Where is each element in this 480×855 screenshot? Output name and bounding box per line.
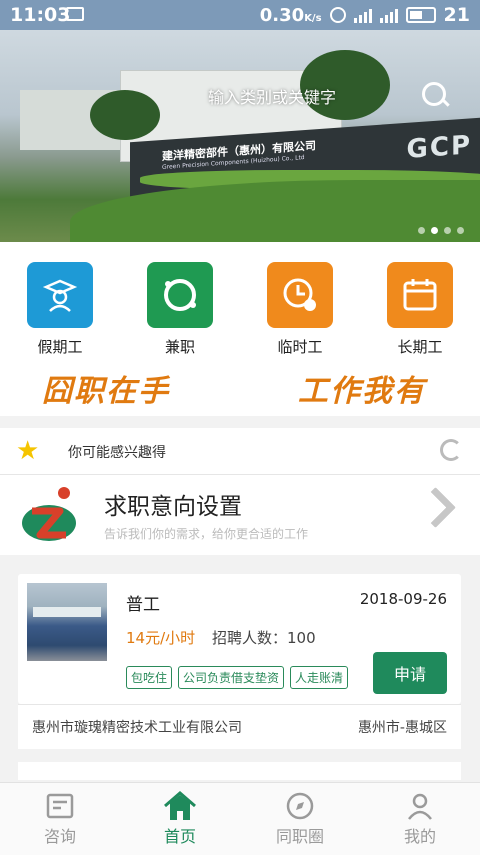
signal-icon [353,7,372,23]
battery-icon [405,7,436,23]
tab-profile[interactable]: 我的 [380,789,460,847]
job-headcount: 招聘人数：100 [212,629,316,647]
tab-news[interactable]: 咨询 [20,789,100,847]
category-label: 长期工 [397,338,443,356]
category-temporary[interactable]: 临时工 [255,262,345,357]
news-icon [20,789,100,823]
clock-icon [267,262,333,328]
job-intent-setting[interactable]: 求职意向设置 告诉我们你的需求，给你更合适的工作 [0,475,480,555]
category-holiday-work[interactable]: 假期工 [15,262,105,357]
job-date: 2018-09-26 [359,590,447,608]
carousel-dot[interactable] [457,227,464,234]
compass-icon [260,789,340,823]
user-icon [380,789,460,823]
message-icon [66,7,84,21]
chevron-right-icon[interactable] [414,486,457,529]
job-company-row[interactable]: 惠州市璇瑰精密技术工业有限公司 惠州市-惠城区 [18,704,461,749]
battery-level: 21 [443,4,470,26]
interest-title: 你可能感兴趣得 [68,445,166,461]
carousel-dots [418,227,464,234]
calendar-icon [387,262,453,328]
intent-title: 求职意向设置 [104,494,242,520]
app-logo-icon [22,487,76,541]
job-card[interactable]: 普工 2018-09-26 14元/小时 招聘人数：100 包吃住 公司负责借支… [18,574,461,704]
star-icon: ★ [16,436,40,466]
job-tag: 人走账清 [290,666,349,689]
category-long-term[interactable]: 长期工 [375,262,465,357]
status-bar: 11:03 0.30K/s 21 [0,0,480,30]
alarm-icon [329,7,346,23]
tab-label: 首页 [163,827,196,846]
job-photo [27,583,107,661]
job-tags: 包吃住 公司负责借支垫资 人走账清 [126,666,349,689]
ring-icon [147,262,213,328]
carousel-dot-active[interactable] [431,227,438,234]
apply-button[interactable]: 申请 [373,652,447,694]
banner-carousel[interactable]: 建洋精密部件（惠州）有限公司 Green Precision Component… [0,30,480,242]
graduate-icon [27,262,93,328]
company-name: 惠州市璇瑰精密技术工业有限公司 [32,720,242,736]
tab-label: 同职圈 [275,827,324,846]
category-label: 兼职 [164,338,195,356]
home-icon [140,789,220,823]
slogan-right: 工作我有 [298,374,426,409]
network-speed: 0.30K/s [259,4,322,26]
category-panel: 假期工 兼职 临时工 长期工 囧职在手 工作我有 [0,242,480,416]
tab-label: 我的 [403,827,436,846]
category-label: 假期工 [37,338,83,356]
status-time: 11:03 [10,4,71,26]
search-icon[interactable] [422,82,446,106]
tab-circle[interactable]: 同职圈 [260,789,340,847]
job-tag: 公司负责借支垫资 [178,666,285,689]
next-job-card[interactable] [18,762,461,780]
interest-header: ★ 你可能感兴趣得 [0,428,480,475]
category-label: 临时工 [277,338,323,356]
slogan-left: 囧职在手 [42,374,170,409]
category-part-time[interactable]: 兼职 [135,262,225,357]
bottom-tab-bar: 咨询 首页 同职圈 我的 [0,782,480,855]
tab-home[interactable]: 首页 [140,789,220,847]
tab-label: 咨询 [43,827,76,846]
carousel-dot[interactable] [444,227,451,234]
job-title: 普工 [126,595,160,615]
search-input[interactable]: 输入类别或关键字 [208,84,336,108]
job-tag: 包吃住 [126,666,173,689]
company-location: 惠州市-惠城区 [357,720,447,736]
refresh-icon[interactable] [440,439,462,461]
search-bar[interactable]: 输入类别或关键字 [90,80,470,108]
carousel-dot[interactable] [418,227,425,234]
intent-subtitle: 告诉我们你的需求，给你更合适的工作 [104,527,309,541]
signal-icon-2 [379,7,398,23]
job-wage: 14元/小时 [126,629,196,647]
